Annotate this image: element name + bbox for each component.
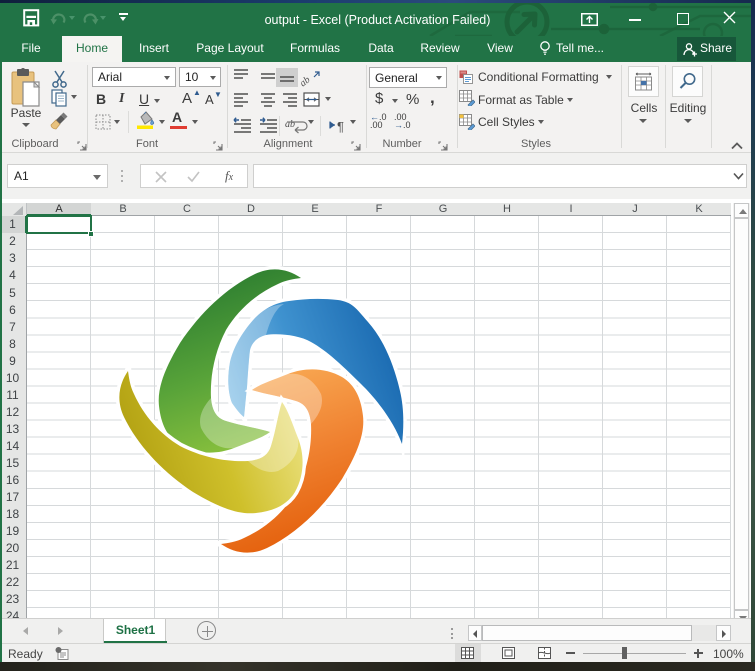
svg-text:¶: ¶ bbox=[337, 119, 344, 134]
svg-text:ab: ab bbox=[285, 119, 295, 130]
svg-text:ab: ab bbox=[298, 74, 313, 89]
